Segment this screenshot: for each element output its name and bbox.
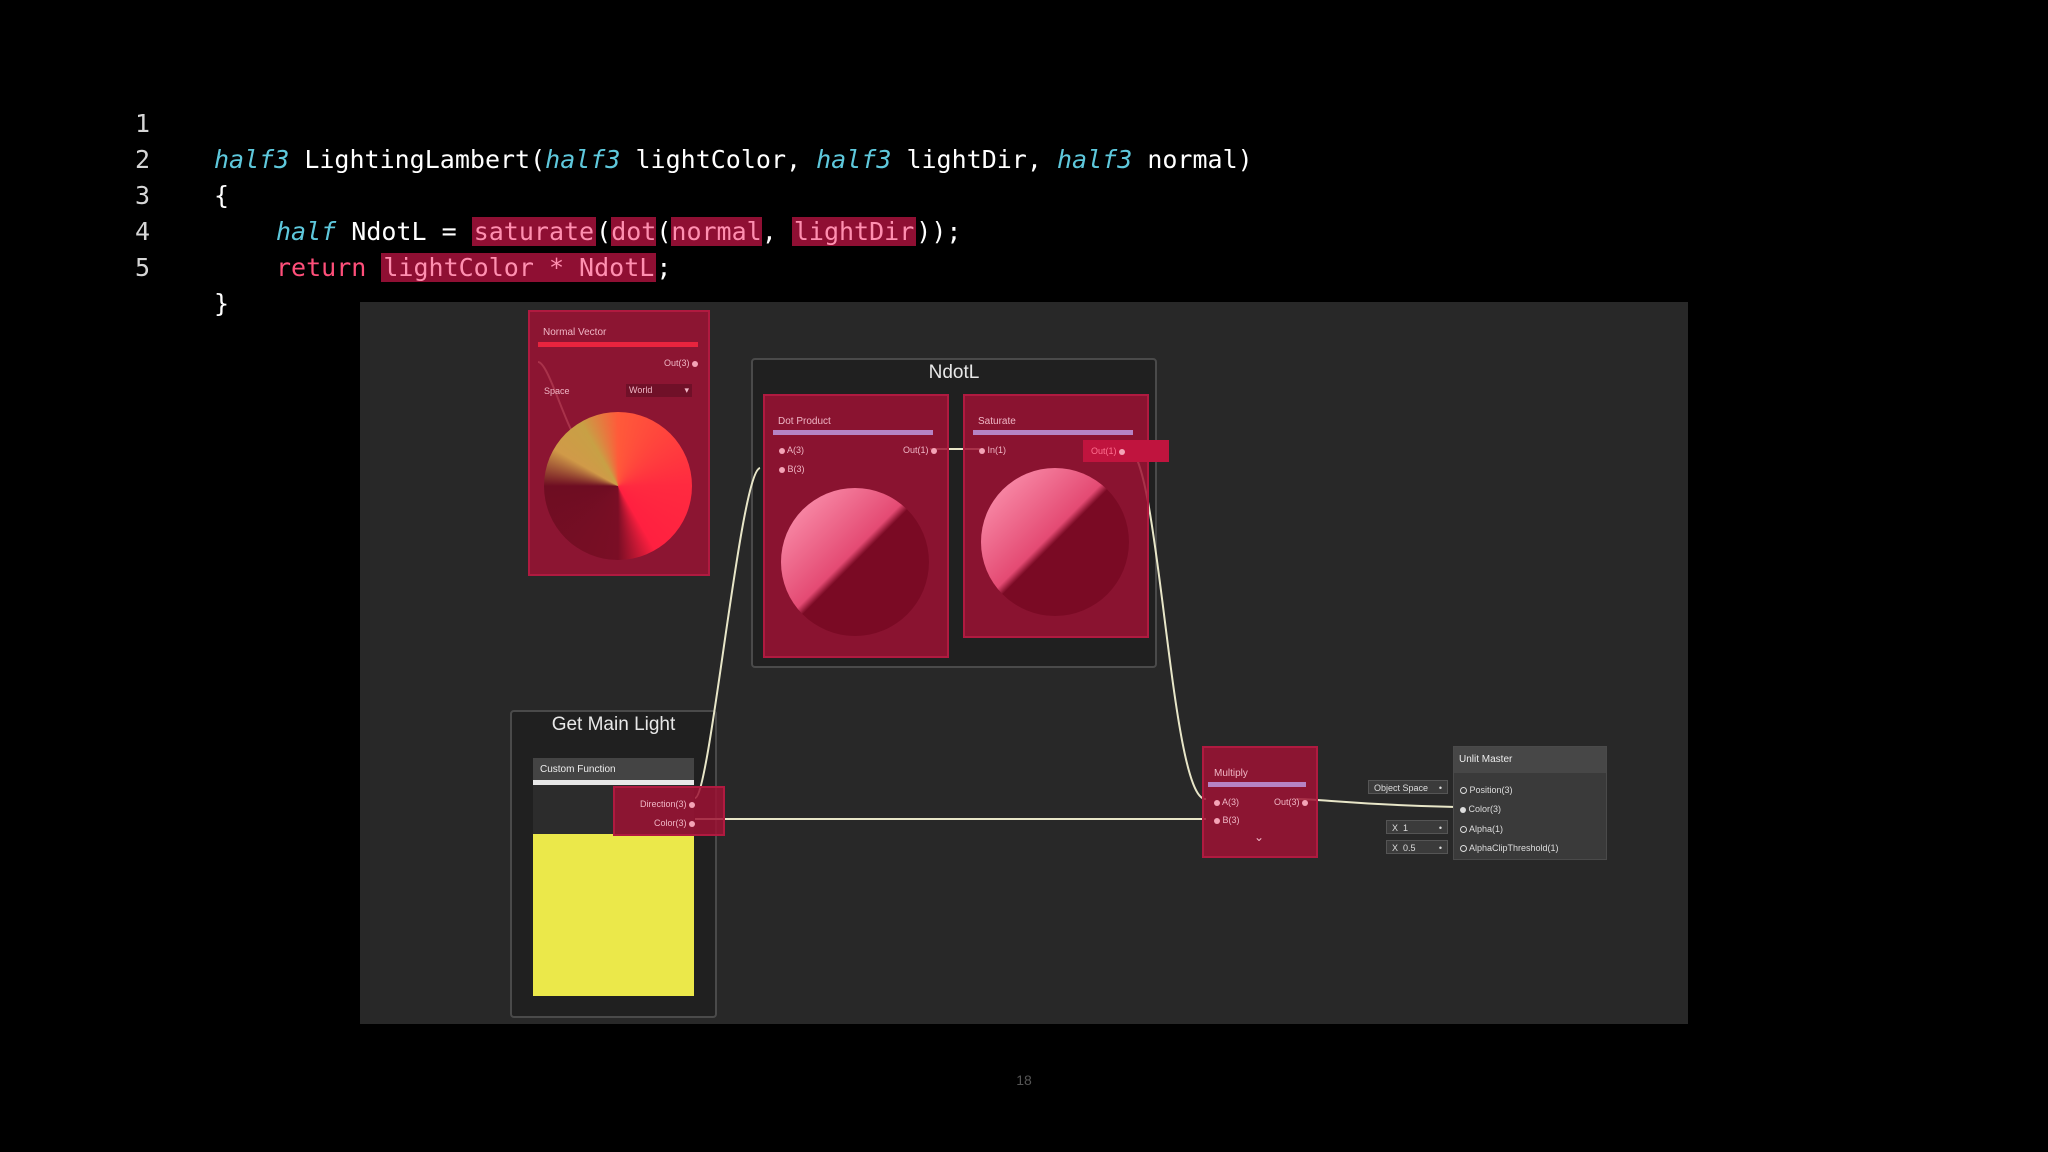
in-port-b[interactable]: B(3) <box>779 464 805 474</box>
port-dot-icon <box>1119 448 1126 455</box>
saturate-preview-sphere <box>981 468 1129 616</box>
highlight-dot: dot <box>611 217 657 246</box>
highlight-return-expr: lightColor * NdotL <box>381 253 657 282</box>
port-dot-icon <box>1460 826 1467 834</box>
space-label: Space <box>544 386 570 396</box>
page-number: 18 <box>1016 1072 1032 1088</box>
in-port-position[interactable]: Position(3) <box>1460 785 1513 795</box>
port-dot-icon <box>1214 817 1220 824</box>
in-port[interactable]: In(1) <box>979 445 1006 455</box>
normal-preview-sphere <box>544 412 692 560</box>
in-port-b[interactable]: B(3) <box>1214 815 1240 825</box>
port-dot-icon <box>692 360 698 367</box>
out-port[interactable]: Out(1) <box>1083 440 1169 462</box>
node-title: Multiply <box>1214 768 1248 779</box>
line-number: 1 <box>134 109 150 138</box>
port-dot-icon <box>1214 799 1220 806</box>
node-title: Saturate <box>978 416 1016 427</box>
out-port-direction[interactable]: Direction(3) <box>640 799 695 809</box>
port-dot-icon <box>779 447 785 454</box>
in-port-a[interactable]: A(3) <box>1214 797 1239 807</box>
port-dot-icon <box>1460 845 1467 853</box>
port-dot-icon <box>689 820 695 827</box>
code-line-1: 1 half3 LightingLambert(half3 lightColor… <box>0 70 1253 174</box>
port-dot-icon <box>689 801 695 808</box>
node-header-bar <box>533 780 694 785</box>
in-port-a[interactable]: A(3) <box>779 445 804 455</box>
get-main-light-outputs[interactable]: Direction(3) Color(3) <box>613 786 725 836</box>
shader-graph-canvas[interactable]: NdotL Get Main Light Normal Vector Out(3… <box>360 302 1688 1024</box>
in-port-alpha[interactable]: Alpha(1) <box>1460 824 1503 834</box>
code-line-5: 5 } <box>0 214 229 318</box>
node-title: Unlit Master <box>1459 754 1513 765</box>
line-number: 2 <box>134 145 150 174</box>
chevron-down-icon: ▾ <box>684 385 689 395</box>
port-dot-icon <box>1460 787 1467 795</box>
highlight-normal: normal <box>671 217 762 246</box>
node-header-bar <box>538 342 698 347</box>
in-port-color[interactable]: Color(3) <box>1460 804 1501 814</box>
port-dot-icon <box>779 466 785 473</box>
node-title: Dot Product <box>778 416 831 427</box>
node-header-bar <box>773 430 933 435</box>
node-header-bar <box>973 430 1133 435</box>
group-title: Get Main Light <box>551 714 676 735</box>
unlit-master-node[interactable]: Unlit Master Position(3) Color(3) Alpha(… <box>1453 746 1607 860</box>
node-header-bar <box>1208 782 1306 787</box>
position-space-dropdown[interactable]: Object Space • <box>1368 780 1448 794</box>
dot-product-node[interactable]: Dot Product A(3) B(3) Out(1) <box>763 394 949 658</box>
wire-multiply-to-color <box>1295 798 1457 808</box>
expand-chevron-icon[interactable]: ⌄ <box>1254 830 1264 844</box>
normal-vector-node[interactable]: Normal Vector Out(3) Space World ▾ <box>528 310 710 576</box>
code-line-4: 4 return lightColor * NdotL; <box>0 178 671 282</box>
alpha-clip-value-field[interactable]: X 0.5 • <box>1386 840 1448 854</box>
port-dot-icon <box>1302 799 1308 806</box>
out-port[interactable]: Out(3) <box>1274 797 1308 807</box>
out-port-color[interactable]: Color(3) <box>654 818 695 828</box>
in-port-alpha-clip[interactable]: AlphaClipThreshold(1) <box>1460 843 1559 853</box>
node-title: Normal Vector <box>543 327 607 338</box>
multiply-node[interactable]: Multiply A(3) B(3) Out(3) ⌄ <box>1202 746 1318 858</box>
port-dot-icon <box>931 447 937 454</box>
dot-preview-sphere <box>781 488 929 636</box>
alpha-value-field[interactable]: X 1 • <box>1386 820 1448 834</box>
saturate-node[interactable]: Saturate In(1) Out(1) <box>963 394 1169 638</box>
group-title: NdotL <box>928 362 980 383</box>
out-port[interactable]: Out(1) <box>903 445 937 455</box>
code-line-3: 3 half NdotL = saturate(dot(normal, ligh… <box>0 142 961 246</box>
line-number: 5 <box>134 253 150 282</box>
code-line-2: 2 { <box>0 106 229 210</box>
out-port[interactable]: Out(3) <box>664 358 698 368</box>
highlight-saturate: saturate <box>471 217 597 246</box>
line-number: 4 <box>134 217 150 246</box>
chevron-down-icon: • <box>1438 783 1442 793</box>
space-dropdown[interactable]: World ▾ <box>626 384 692 397</box>
line-number: 3 <box>134 181 150 210</box>
port-dot-icon <box>1460 806 1466 813</box>
highlight-lightdir: lightDir <box>791 217 917 246</box>
node-title: Custom Function <box>540 764 616 775</box>
light-color-preview <box>533 834 694 996</box>
port-dot-icon <box>979 447 985 454</box>
